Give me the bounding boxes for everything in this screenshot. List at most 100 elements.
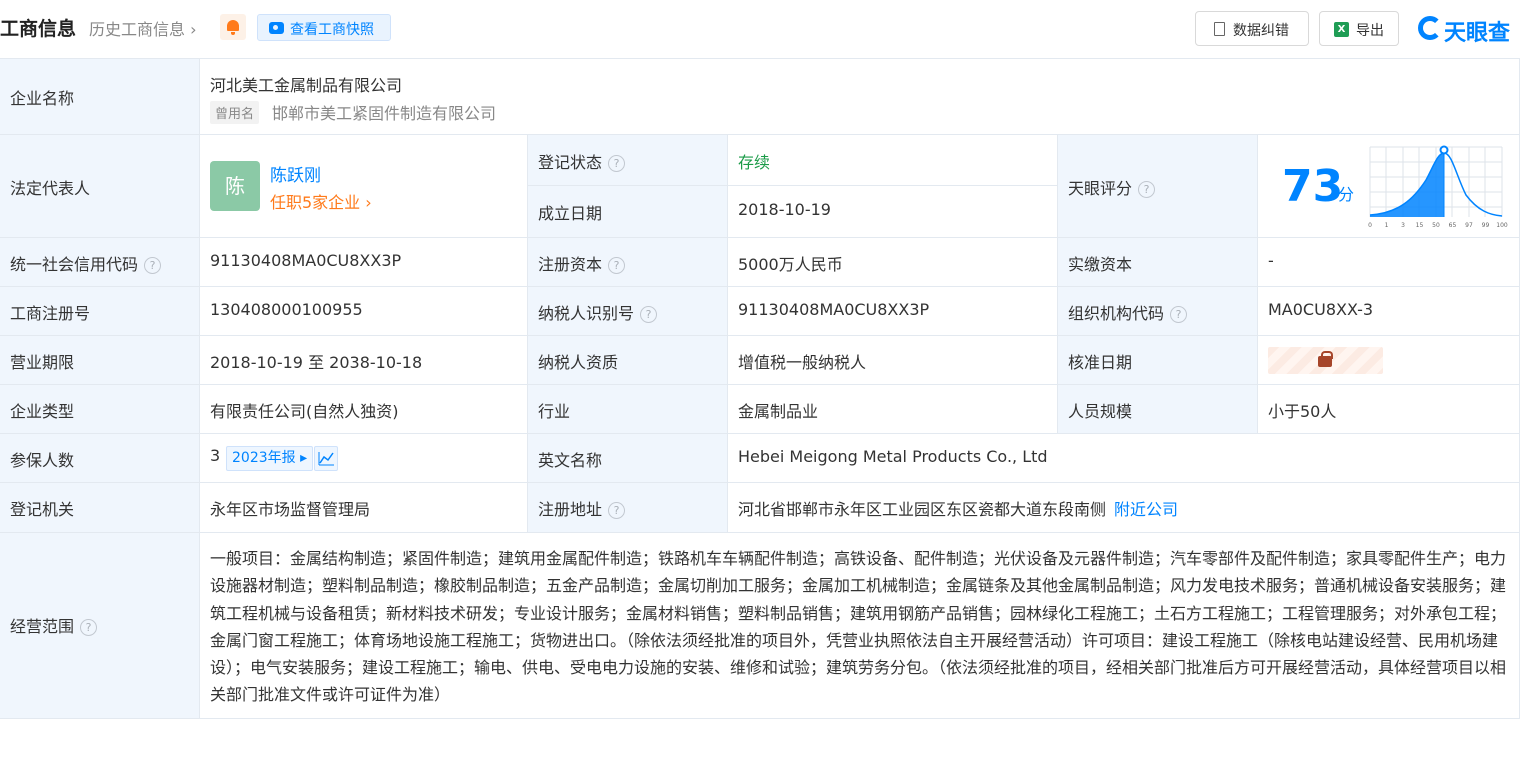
correct-data-label: 数据纠错 [1233, 23, 1289, 39]
bell-icon [227, 20, 239, 31]
score-tick-label: 99 [1482, 222, 1490, 229]
locked-value-button[interactable] [1268, 347, 1383, 374]
scope-label-cell: 经营范围? [0, 533, 200, 719]
bell-clapper-icon [231, 32, 235, 35]
biz-reg-no-label-cell: 工商注册号 [0, 287, 200, 336]
biz-reg-no-cell: 130408000100955 [200, 287, 528, 336]
tax-qual-label-cell: 纳税人资质 [528, 336, 728, 385]
approve-date-label: 核准日期 [1068, 353, 1133, 372]
score-value: 73 [1282, 161, 1344, 212]
avatar[interactable]: 陈 [210, 161, 260, 211]
taxpayer-id-label-cell: 纳税人识别号? [528, 287, 728, 336]
credit-code-label-cell: 统一社会信用代码? [0, 238, 200, 287]
score-tick-label: 1 [1385, 222, 1389, 229]
trend-chart-button[interactable] [314, 446, 338, 471]
nearby-companies-link[interactable]: 附近公司 [1114, 500, 1178, 519]
est-date-label-cell: 成立日期 [528, 186, 728, 238]
former-name: 邯郸市美工紧固件制造有限公司 [272, 104, 497, 123]
credit-code-cell: 91130408MA0CU8XX3P [200, 238, 528, 287]
legal-rep-name-link[interactable]: 陈跃刚 [270, 161, 321, 186]
est-date-cell: 2018-10-19 [728, 186, 1058, 238]
history-link[interactable]: 历史工商信息 › [89, 16, 197, 40]
reg-capital-label-cell: 注册资本? [528, 238, 728, 287]
type-label-cell: 企业类型 [0, 385, 200, 434]
legal-rep-cell: 陈 陈跃刚 任职5家企业 › [200, 135, 528, 238]
help-icon[interactable]: ? [144, 257, 162, 274]
approve-date-label-cell: 核准日期 [1058, 336, 1258, 385]
correct-data-button[interactable]: 数据纠错 [1195, 11, 1309, 46]
score-tick-label: 97 [1465, 222, 1473, 229]
type-cell: 有限责任公司(自然人独资) [200, 385, 528, 434]
paid-capital-label: 实缴资本 [1068, 255, 1133, 274]
lock-icon [1318, 351, 1333, 367]
company-name-label-cell: 企业名称 [0, 59, 200, 135]
score-tick-label: 100 [1496, 222, 1508, 229]
biz-reg-no-label: 工商注册号 [10, 304, 91, 323]
score-label: 天眼评分 [1068, 179, 1133, 198]
legal-rep-jobs-link[interactable]: 任职5家企业 › [270, 189, 372, 213]
company-name-label: 企业名称 [10, 89, 75, 108]
authority-cell: 永年区市场监督管理局 [200, 483, 528, 533]
credit-code-value: 91130408MA0CU8XX3P [210, 251, 402, 270]
score-marker [1439, 145, 1449, 155]
insured-value: 3 [210, 446, 221, 465]
score-unit: 分 [1338, 185, 1355, 204]
en-name-label: 英文名称 [538, 451, 603, 470]
org-code-label-cell: 组织机构代码? [1058, 287, 1258, 336]
score-tick-label: 3 [1401, 222, 1405, 229]
en-name-value: Hebei Meigong Metal Products Co., Ltd [738, 447, 1048, 466]
taxpayer-id-cell: 91130408MA0CU8XX3P [728, 287, 1058, 336]
score-tick-label: 65 [1449, 222, 1457, 229]
reg-status-label: 登记状态 [538, 153, 603, 172]
help-icon[interactable]: ? [640, 306, 658, 323]
reg-status-value: 存续 [738, 153, 771, 172]
annual-report-tag[interactable]: 2023年报 ▸ [226, 446, 314, 471]
play-icon: ▸ [295, 450, 308, 466]
company-name: 河北美工金属制品有限公司 [210, 76, 403, 95]
chevron-right-icon: › [185, 20, 197, 39]
chevron-right-icon: › [360, 193, 372, 212]
scope-label: 经营范围 [10, 617, 75, 636]
industry-label: 行业 [538, 402, 571, 421]
org-code-label: 组织机构代码 [1068, 304, 1165, 323]
help-icon[interactable]: ? [1170, 306, 1188, 323]
tax-qual-cell: 增值税一般纳税人 [728, 336, 1058, 385]
est-date-value: 2018-10-19 [738, 200, 831, 219]
address-label-cell: 注册地址? [528, 483, 728, 533]
help-icon[interactable]: ? [608, 502, 626, 519]
export-button[interactable]: X 导出 [1319, 11, 1399, 46]
help-icon[interactable]: ? [608, 257, 626, 274]
term-label: 营业期限 [10, 353, 75, 372]
score-tick-label: 15 [1416, 222, 1424, 229]
help-icon[interactable]: ? [1138, 181, 1156, 198]
line-chart-icon [318, 452, 334, 466]
reg-capital-value: 5000万人民币 [738, 255, 843, 274]
score-label-cell: 天眼评分? [1058, 135, 1258, 238]
excel-icon: X [1334, 22, 1349, 37]
org-code-value: MA0CU8XX-3 [1268, 300, 1374, 319]
paid-capital-label-cell: 实缴资本 [1058, 238, 1258, 287]
help-icon[interactable]: ? [608, 155, 626, 172]
monitor-button[interactable] [220, 14, 246, 40]
tax-qual-value: 增值税一般纳税人 [738, 353, 867, 372]
type-label: 企业类型 [10, 402, 75, 421]
snapshot-button[interactable]: 查看工商快照 [257, 14, 391, 41]
reg-capital-cell: 5000万人民币 [728, 238, 1058, 287]
address-label: 注册地址 [538, 500, 603, 519]
staff-label: 人员规模 [1068, 402, 1133, 421]
staff-cell: 小于50人 [1258, 385, 1520, 434]
help-icon[interactable]: ? [80, 619, 98, 636]
term-value: 2018-10-19 至 2038-10-18 [210, 353, 423, 372]
term-label-cell: 营业期限 [0, 336, 200, 385]
taxpayer-id-value: 91130408MA0CU8XX3P [738, 300, 930, 319]
score-tick-label: 0 [1368, 222, 1372, 229]
snapshot-label: 查看工商快照 [290, 22, 374, 38]
staff-value: 小于50人 [1268, 402, 1337, 421]
business-scope-text: 一般项目：金属结构制造；紧固件制造；建筑用金属配件制造；铁路机车车辆配件制造；高… [210, 549, 1507, 705]
reg-capital-label: 注册资本 [538, 255, 603, 274]
business-info-table: 企业名称 河北美工金属制品有限公司 曾用名 邯郸市美工紧固件制造有限公司 法定代… [0, 58, 1520, 719]
score-cell[interactable]: 73 分 0 1 3 15 50 65 97 99 100 [1258, 135, 1520, 238]
legal-rep-jobs-label: 任职5家企业 [270, 193, 361, 212]
history-label: 历史工商信息 [89, 20, 186, 39]
score-tick-label: 50 [1432, 222, 1440, 229]
